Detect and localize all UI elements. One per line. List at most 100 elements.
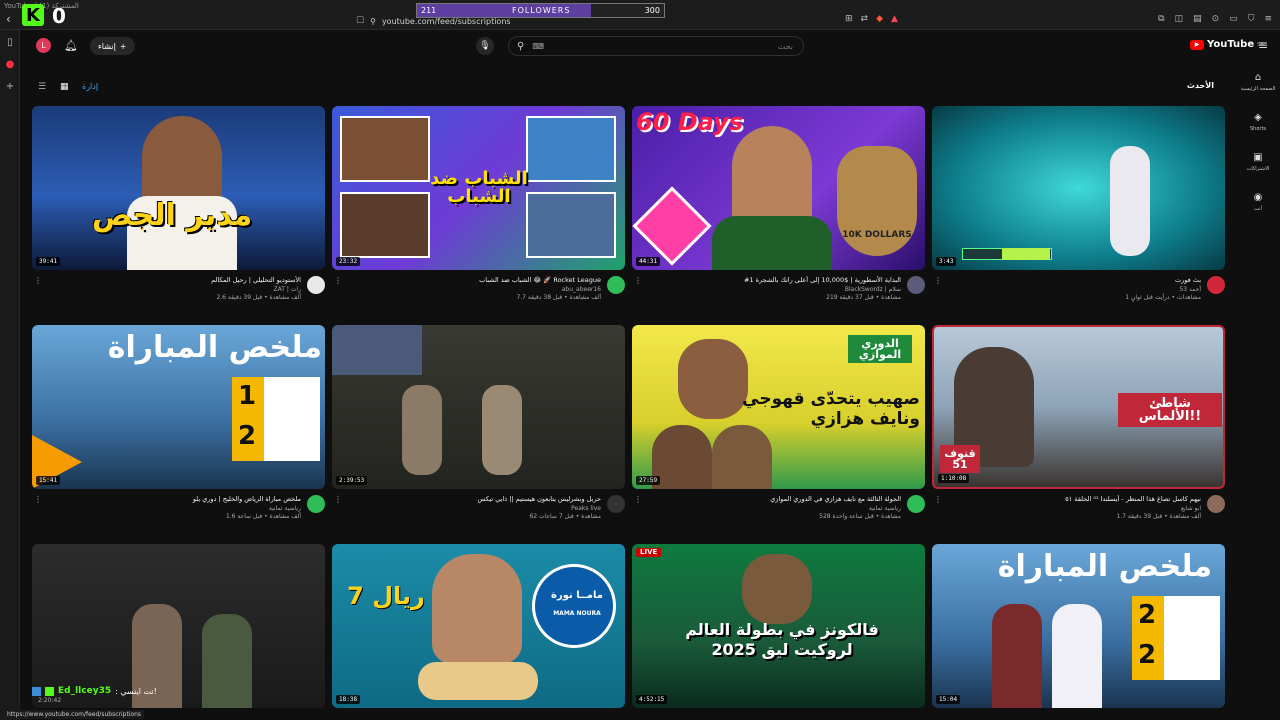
channel-avatar[interactable] [607,276,625,294]
notifications-bell-icon[interactable]: 🔔︎ [64,39,78,52]
channel-avatar[interactable] [307,276,325,294]
video-card[interactable]: 3:43 بث فورت أحمد 53 1 مشاهدات • درأيت ق… [932,106,1225,320]
video-thumbnail[interactable]: LIVE فالكونز في بطولة العالم لروكيت ليق … [632,544,925,708]
create-button[interactable]: إنشاء + [90,37,135,55]
alert-icon[interactable]: ▲ [891,14,898,24]
search-icon[interactable]: ⚲ [517,41,524,52]
more-options-icon[interactable]: ⋮ [334,276,342,285]
video-title[interactable]: ملخص مباراة الرياض والخليج | دوري يلو [51,495,301,503]
channel-avatar[interactable] [1207,276,1225,294]
nav-item-you[interactable]: ◉ أنت [1236,182,1280,222]
video-title[interactable]: الجولة الثالثة مع نايف هزازي في الدوري ا… [651,495,901,503]
translate-icon[interactable]: ⇄ [861,14,869,24]
thumbnail-text: فالكونز في بطولة العالم لروكيت ليق 2025 [685,620,879,659]
add-tab-icon[interactable]: + [0,76,20,96]
video-title[interactable]: الأستوديو التحليلي | رحيل المكالم [51,276,301,284]
video-card[interactable]: مدير الجص 39:41 الأستوديو التحليلي | رحي… [32,106,325,320]
nav-item-shorts[interactable]: ◈ Shorts [1236,102,1280,142]
thumbnail-text: شاطئ الألماس!! [1118,393,1222,427]
channel-name[interactable]: BlackSwordz | سلام [845,286,901,293]
nav-item-subscriptions[interactable]: ▣ الاشتراكات [1236,142,1280,182]
channel-name[interactable]: ابو شايع [1181,505,1201,512]
shield-icon[interactable]: ◆ [876,14,883,24]
search-box: ⚲ ⌨ [508,36,804,56]
channel-name[interactable]: رياضية ثمانية [269,505,301,512]
video-card[interactable]: الشباب ضد الشباب 23:32 الشباب ضد الشباب … [332,106,625,320]
fortnite-character [1110,146,1150,256]
video-title[interactable]: الشباب ضد الشباب 😂 🚀 Rocket League [351,276,601,284]
guide-menu-icon[interactable]: ≡ [1258,38,1268,52]
channel-avatar[interactable] [907,495,925,513]
video-card[interactable]: ملخص المباراة 1 2 15:41 ملخص مباراة الري… [32,325,325,539]
video-card[interactable]: ملخص المباراة 2 2 15:04 [932,544,1225,708]
back-icon[interactable]: ‹ [6,12,11,26]
thumbnail-text: 60 Days [636,108,744,136]
channel-name[interactable]: Peaks live [571,505,601,512]
video-card[interactable]: 2:39:53 حربل وبشرليس يتابعون هيستيم || ذ… [332,325,625,539]
game-button [1002,248,1050,260]
video-title[interactable]: #1 البداية الأسطورية | $10,000 إلى أعلى … [651,276,901,284]
more-options-icon[interactable]: ⋮ [34,276,42,285]
nav-item-home[interactable]: ⌂ الصفحة الرئيسية [1236,62,1280,102]
video-thumbnail[interactable]: 3:43 [932,106,1225,270]
video-thumbnail[interactable]: الدوري الموازي صهيب يتحدّى قهوجي ونايف ه… [632,325,925,489]
video-thumbnail[interactable]: 2:39:53 [332,325,625,489]
bookmark-icon[interactable]: ☐ [356,16,364,26]
avatar[interactable]: L [36,38,51,53]
video-title[interactable]: حربل وبشرليس يتابعون هيستيم || ذايي تيكس [351,495,601,503]
video-thumbnail[interactable]: 60 Days 10K DOLLARS 44:31 [632,106,925,270]
rank-badge [632,186,712,266]
more-options-icon[interactable]: ⋮ [334,495,342,504]
youtube-logo[interactable]: ▶ YouTube SA [1190,39,1264,50]
player-cam [526,116,616,182]
manage-link[interactable]: إدارة [82,82,98,91]
channel-avatar[interactable] [307,495,325,513]
wallet-icon[interactable]: ▭ [1229,14,1238,24]
channel-name[interactable]: ZAT | رات [274,286,301,293]
install-icon[interactable]: ⊞ [845,14,853,24]
panel-icon[interactable]: ▯ [0,32,20,52]
video-card[interactable]: شاطئ الألماس!! قنوف 51 1:10:08 نيهم كاسل… [932,325,1225,539]
video-thumbnail[interactable]: ملخص المباراة 1 2 15:41 [32,325,325,489]
extensions-icon[interactable]: ⧉ [1158,14,1164,24]
profile-icon[interactable]: ⊙ [1212,14,1220,24]
video-card[interactable]: الدوري الموازي صهيب يتحدّى قهوجي ونايف ه… [632,325,925,539]
vpn-icon[interactable]: ⛉ [1248,14,1255,24]
video-card[interactable]: 60 Days 10K DOLLARS 44:31 #1 البداية الأ… [632,106,925,320]
video-card[interactable]: LIVE فالكونز في بطولة العالم لروكيت ليق … [632,544,925,708]
score-home: 1 [238,381,257,411]
keyboard-icon[interactable]: ⌨ [532,42,544,51]
split-view-icon[interactable]: ◫ [1175,14,1184,24]
youtube-tab-icon[interactable]: ● [0,54,20,74]
youtube-play-icon: ▶ [1190,39,1204,50]
video-thumbnail[interactable]: الشباب ضد الشباب 23:32 [332,106,625,270]
more-options-icon[interactable]: ⋮ [634,276,642,285]
video-duration: 1:10:08 [938,474,970,483]
list-view-icon[interactable]: ☰ [38,82,46,92]
channel-name[interactable]: أحمد 53 [1179,286,1201,293]
more-options-icon[interactable]: ⋮ [934,276,942,285]
channel-name[interactable]: رياضية ثمانية [869,505,901,512]
channel-avatar[interactable] [607,495,625,513]
more-options-icon[interactable]: ⋮ [934,495,942,504]
channel-avatar[interactable] [1207,495,1225,513]
browser-menu-icon[interactable]: ≡ [1264,14,1272,24]
channel-avatar[interactable] [907,276,925,294]
grid-view-icon[interactable]: ▦ [60,82,69,92]
search-input[interactable] [543,40,795,52]
video-thumbnail[interactable]: 7 ريال مامــا نورة MAMA NOURA 18:38 [332,544,625,708]
more-options-icon[interactable]: ⋮ [634,495,642,504]
sidebar-icon[interactable]: ▤ [1193,14,1202,24]
video-card[interactable]: 7 ريال مامــا نورة MAMA NOURA 18:38 [332,544,625,708]
site-info-icon[interactable]: ⚲ [370,17,376,26]
video-thumbnail[interactable]: شاطئ الألماس!! قنوف 51 1:10:08 [932,325,1225,489]
kick-count: 0 [52,4,66,28]
video-thumbnail[interactable]: ملخص المباراة 2 2 15:04 [932,544,1225,708]
video-title[interactable]: نيهم كاسل تصاغ هذا المنظر - أيسلندا ⁰¹ ا… [951,495,1201,503]
video-thumbnail[interactable]: مدير الجص 39:41 [32,106,325,270]
more-options-icon[interactable]: ⋮ [34,495,42,504]
thumbnail-text: 7 ريال [347,582,425,610]
video-title[interactable]: بث فورت [951,276,1201,284]
channel-name[interactable]: abu_abeer16 [562,286,601,293]
microphone-icon[interactable]: 🎙︎ [476,37,494,55]
